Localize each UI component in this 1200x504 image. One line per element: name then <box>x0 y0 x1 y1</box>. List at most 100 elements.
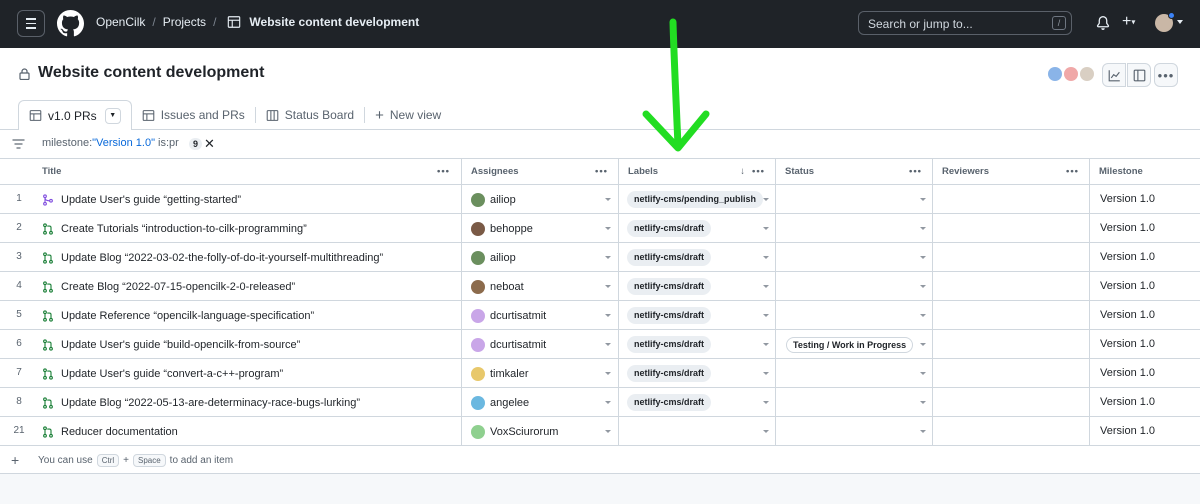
column-divider[interactable] <box>1089 159 1090 185</box>
item-title-text[interactable]: Create Blog “2022-07-15-opencilk-2-0-rel… <box>61 273 295 301</box>
chevron-down-icon[interactable] <box>605 430 611 433</box>
milestone-cell[interactable]: Version 1.0 <box>1100 330 1200 359</box>
reviewers-cell[interactable] <box>942 272 1082 301</box>
column-divider[interactable] <box>775 159 776 185</box>
chevron-down-icon[interactable] <box>920 343 926 346</box>
item-title[interactable]: Create Blog “2022-07-15-opencilk-2-0-rel… <box>42 272 457 301</box>
hamburger-menu-button[interactable] <box>17 10 45 37</box>
column-menu-icon[interactable]: ••• <box>595 159 608 184</box>
assignee-cell[interactable]: dcurtisatmit <box>471 301 616 330</box>
new-view-button[interactable]: + New view <box>365 100 451 130</box>
status-cell[interactable] <box>786 214 926 243</box>
chevron-down-icon[interactable] <box>763 430 769 433</box>
chevron-down-icon[interactable] <box>763 372 769 375</box>
chevron-down-icon[interactable] <box>920 430 926 433</box>
item-title-text[interactable]: Update User's guide “getting-started” <box>61 186 241 214</box>
chevron-down-icon[interactable] <box>920 401 926 404</box>
chevron-down-icon[interactable] <box>605 314 611 317</box>
chevron-down-icon[interactable] <box>920 227 926 230</box>
chevron-down-icon[interactable] <box>920 198 926 201</box>
item-title-text[interactable]: Create Tutorials “introduction-to-cilk-p… <box>61 215 307 243</box>
table-row[interactable]: 7 Update User's guide “convert-a-c++-prog… <box>0 359 1200 388</box>
item-title[interactable]: Update Reference “opencilk-language-spec… <box>42 301 457 330</box>
item-title-text[interactable]: Reducer documentation <box>61 418 178 446</box>
reviewers-cell[interactable] <box>942 330 1082 359</box>
milestone-cell[interactable]: Version 1.0 <box>1100 417 1200 446</box>
breadcrumb-projects[interactable]: Projects <box>163 15 206 29</box>
status-cell[interactable] <box>786 388 926 417</box>
assignee-cell[interactable]: ailiop <box>471 185 616 214</box>
assignee-cell[interactable]: dcurtisatmit <box>471 330 616 359</box>
milestone-cell[interactable]: Version 1.0 <box>1100 185 1200 214</box>
table-row[interactable]: 4 Create Blog “2022-07-15-opencilk-2-0-re… <box>0 272 1200 301</box>
filter-bar[interactable] <box>0 130 1200 159</box>
reviewers-cell[interactable] <box>942 243 1082 272</box>
column-header-title[interactable]: Title ••• <box>32 159 460 185</box>
item-title[interactable]: Update Blog “2022-05-13-are-determinacy-… <box>42 388 457 417</box>
milestone-cell[interactable]: Version 1.0 <box>1100 272 1200 301</box>
item-title-text[interactable]: Update Blog “2022-05-13-are-determinacy-… <box>61 389 360 417</box>
chevron-down-icon[interactable] <box>920 314 926 317</box>
column-header-milestone[interactable]: Milestone <box>1089 159 1200 185</box>
item-title-text[interactable]: Update Blog “2022-03-02-the-folly-of-do-… <box>61 244 383 272</box>
milestone-cell[interactable]: Version 1.0 <box>1100 388 1200 417</box>
assignee-cell[interactable]: VoxSciurorum <box>471 417 616 446</box>
chevron-down-icon[interactable] <box>763 343 769 346</box>
view-options-dropdown[interactable]: ▼ <box>104 107 121 124</box>
search-input[interactable]: Search or jump to... / <box>858 11 1072 35</box>
reviewers-cell[interactable] <box>942 185 1082 214</box>
table-row[interactable]: 21 Reducer documentation VoxSciurorum Versi… <box>0 417 1200 446</box>
label-cell[interactable]: netlify-cms/draft <box>627 388 770 417</box>
clear-filter-close-icon[interactable]: ✕ <box>204 136 215 152</box>
status-cell[interactable] <box>786 417 926 446</box>
table-row[interactable]: 1 Update User's guide “getting-started” ai… <box>0 185 1200 214</box>
breadcrumb-current-project[interactable]: Website content development <box>249 15 419 29</box>
chevron-down-icon[interactable] <box>605 198 611 201</box>
insights-button[interactable] <box>1102 63 1126 87</box>
milestone-cell[interactable]: Version 1.0 <box>1100 214 1200 243</box>
label-cell[interactable]: netlify-cms/draft <box>627 243 770 272</box>
chevron-down-icon[interactable] <box>763 256 769 259</box>
table-row[interactable]: 8 Update Blog “2022-05-13-are-determinacy… <box>0 388 1200 417</box>
column-menu-icon[interactable]: ••• <box>1066 159 1079 184</box>
column-divider[interactable] <box>618 159 619 185</box>
chevron-down-icon[interactable] <box>920 285 926 288</box>
chevron-down-icon[interactable] <box>605 372 611 375</box>
milestone-cell[interactable]: Version 1.0 <box>1100 301 1200 330</box>
add-item-row[interactable]: + You can use Ctrl + Space to add an ite… <box>0 446 1200 474</box>
item-title-text[interactable]: Update User's guide “convert-a-c++-progr… <box>61 360 283 388</box>
chevron-down-icon[interactable] <box>920 372 926 375</box>
sidepanel-button[interactable] <box>1127 63 1151 87</box>
tab-status-board[interactable]: Status Board <box>256 100 364 130</box>
table-row[interactable]: 6 Update User's guide “build-opencilk-fro… <box>0 330 1200 359</box>
assignee-cell[interactable]: neboat <box>471 272 616 301</box>
label-cell[interactable]: netlify-cms/draft <box>627 214 770 243</box>
milestone-cell[interactable]: Version 1.0 <box>1100 243 1200 272</box>
item-title-text[interactable]: Update User's guide “build-opencilk-from… <box>61 331 300 359</box>
more-options-button[interactable]: ••• <box>1154 63 1178 87</box>
label-cell[interactable]: netlify-cms/draft <box>627 301 770 330</box>
bell-icon[interactable] <box>1096 15 1110 31</box>
label-cell[interactable]: netlify-cms/draft <box>627 330 770 359</box>
chevron-down-icon[interactable] <box>763 401 769 404</box>
label-cell[interactable]: netlify-cms/draft <box>627 272 770 301</box>
reviewers-cell[interactable] <box>942 359 1082 388</box>
chevron-down-icon[interactable] <box>605 285 611 288</box>
item-title[interactable]: Update User's guide “getting-started” <box>42 185 457 214</box>
breadcrumb-org[interactable]: OpenCilk <box>96 15 145 29</box>
chevron-down-icon[interactable] <box>920 256 926 259</box>
column-menu-icon[interactable]: ••• <box>752 159 765 184</box>
chevron-down-icon[interactable] <box>1177 20 1183 24</box>
column-menu-icon[interactable]: ••• <box>909 159 922 184</box>
status-cell[interactable] <box>786 243 926 272</box>
column-divider[interactable] <box>932 159 933 185</box>
assignee-cell[interactable]: ailiop <box>471 243 616 272</box>
chevron-down-icon[interactable] <box>605 401 611 404</box>
filter-icon[interactable] <box>12 139 25 149</box>
tab-issues-and-prs[interactable]: Issues and PRs <box>132 100 255 130</box>
column-header-labels[interactable]: Labels ↓ ••• <box>618 159 775 185</box>
filter-query[interactable]: milestone:"Version 1.0" is:pr <box>42 137 179 149</box>
column-header-reviewers[interactable]: Reviewers ••• <box>932 159 1089 185</box>
label-cell[interactable] <box>627 417 770 446</box>
status-cell[interactable] <box>786 185 926 214</box>
